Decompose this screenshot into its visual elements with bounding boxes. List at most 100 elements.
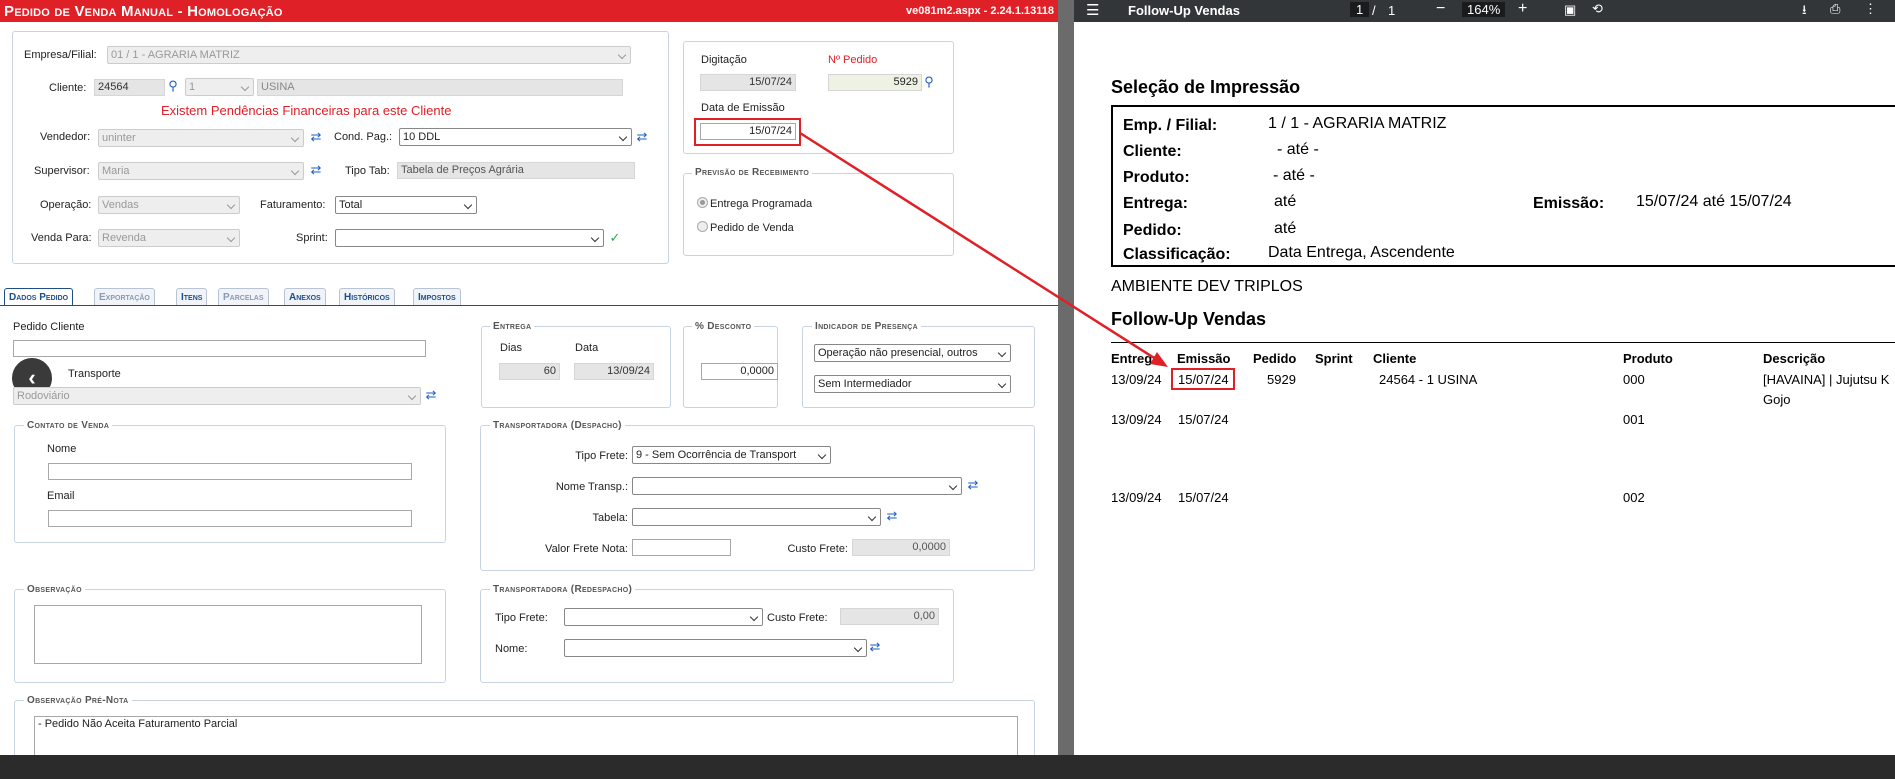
pdf-emissao-highlight: [1171, 368, 1235, 390]
tipofrete-label: Tipo Frete:: [575, 450, 628, 462]
cliente-loja-select[interactable]: 1: [185, 78, 254, 96]
valorfrete-input[interactable]: [632, 539, 731, 556]
sales-order-window: Pedido de Venda Manual - Homologação ve0…: [0, 0, 1058, 755]
version-label: ve081m2.aspx - 2.24.1.13118: [905, 5, 1054, 17]
tab-historicos[interactable]: Históricos: [339, 288, 395, 305]
emp-value: 1 / 1 - AGRARIA MATRIZ: [1268, 115, 1447, 132]
split-divider[interactable]: [1058, 0, 1074, 755]
tabela-select[interactable]: [632, 508, 881, 526]
report-title: Follow-Up Vendas: [1111, 309, 1267, 329]
more-icon[interactable]: ⋮: [1864, 1, 1877, 17]
r-nome-select[interactable]: [564, 639, 867, 657]
email-input[interactable]: [48, 510, 412, 527]
condpag-select[interactable]: 10 DDL: [399, 128, 632, 146]
search-icon[interactable]: ⚲: [922, 75, 936, 89]
nome-label: Nome: [47, 443, 77, 455]
col-emissao: Emissão: [1177, 351, 1231, 366]
row-descricao: [HAVAINA] | Jujutsu K: [1763, 372, 1890, 387]
cliente-value: - até -: [1277, 141, 1319, 158]
produto-label: Produto:: [1123, 169, 1190, 186]
refresh-icon[interactable]: ⇄: [966, 478, 980, 492]
refresh-icon[interactable]: ⇄: [309, 130, 323, 144]
vendapara-select[interactable]: Revenda: [98, 229, 240, 247]
tab-anexos[interactable]: Anexos: [284, 288, 326, 305]
presenca-select[interactable]: Operação não presencial, outros: [814, 344, 1011, 362]
refresh-icon[interactable]: ⇄: [309, 163, 323, 177]
digitacao-input: 15/07/24: [700, 74, 796, 91]
entrega-label: Entrega:: [1123, 195, 1188, 212]
zoom-in-icon[interactable]: +: [1518, 0, 1527, 18]
zoom-out-icon[interactable]: −: [1436, 0, 1445, 18]
tab-dados-pedido[interactable]: Dados Pedido: [4, 288, 74, 305]
pedido-venda-label: Pedido de Venda: [710, 222, 794, 234]
sprint-select[interactable]: [335, 229, 604, 247]
refresh-icon[interactable]: ⇄: [868, 640, 882, 654]
data-label: Data: [575, 342, 599, 354]
entrega-legend: Entrega: [490, 321, 535, 332]
print-icon[interactable]: ⎙: [1830, 1, 1840, 17]
col-pedido: Pedido: [1253, 351, 1297, 366]
row-produto: 002: [1623, 490, 1645, 505]
tab-itens[interactable]: Itens: [176, 288, 208, 305]
pdf-title: Follow-Up Vendas: [1128, 3, 1240, 18]
cliente-name-input: USINA: [257, 79, 623, 96]
refresh-icon[interactable]: ⇄: [424, 388, 438, 402]
presenca-panel: [802, 326, 1035, 408]
emp-label: Emp. / Filial:: [1123, 117, 1218, 134]
refresh-icon[interactable]: ⇄: [635, 130, 649, 144]
tabs-underline: [0, 305, 1058, 306]
previsao-panel: [683, 173, 954, 256]
r-tipofrete-select[interactable]: [564, 608, 763, 626]
row-emissao: 15/07/24: [1178, 490, 1229, 505]
operacao-select[interactable]: Vendas: [98, 196, 240, 214]
nome-input[interactable]: [48, 463, 412, 480]
row-entrega: 13/09/24: [1111, 490, 1162, 505]
rotate-icon[interactable]: ⟲: [1592, 1, 1603, 17]
redespacho-legend: Transportadora (Redespacho): [490, 584, 636, 595]
menu-icon[interactable]: ☰: [1086, 1, 1099, 19]
observacao-textarea[interactable]: [34, 605, 422, 664]
financial-warning: Existem Pendências Financeiras para este…: [161, 103, 452, 118]
digitacao-label: Digitação: [701, 54, 747, 66]
nometransp-label: Nome Transp.:: [555, 481, 628, 493]
r-tipofrete-label: Tipo Frete:: [495, 612, 548, 624]
empresa-select[interactable]: 01 / 1 - AGRARIA MATRIZ: [107, 46, 631, 64]
fit-page-icon[interactable]: ▣: [1564, 2, 1576, 18]
search-icon[interactable]: ⚲: [166, 79, 180, 93]
tab-impostos[interactable]: Impostos: [413, 288, 461, 305]
desconto-input[interactable]: 0,0000: [701, 363, 778, 380]
page-current-input[interactable]: 1: [1350, 2, 1370, 17]
faturamento-select[interactable]: Total: [335, 196, 477, 214]
cliente-label: Cliente:: [49, 82, 87, 94]
supervisor-label: Supervisor:: [34, 165, 90, 177]
report-rule: [1111, 342, 1895, 343]
tab-parcelas[interactable]: Parcelas: [218, 288, 269, 305]
pdf-toolbar: ☰ Follow-Up Vendas 1 / 1 − 164% + ▣ ⟲ ⭳ …: [1074, 0, 1895, 22]
dias-input: 60: [499, 363, 560, 380]
tab-exportacao[interactable]: Exportação: [94, 288, 155, 305]
entrega-programada-radio[interactable]: [697, 197, 708, 208]
nometransp-select[interactable]: [632, 477, 962, 495]
zoom-level[interactable]: 164%: [1462, 2, 1506, 17]
pedido-cliente-input[interactable]: [13, 340, 426, 357]
sprint-label: Sprint:: [296, 232, 328, 244]
obspre-textarea[interactable]: - Pedido Não Aceita Faturamento Parcial: [34, 716, 1018, 755]
transporte-select[interactable]: Rodoviário: [13, 387, 421, 405]
ambiente-label: AMBIENTE DEV TRIPLOS: [1111, 278, 1303, 295]
empresa-label: Empresa/Filial:: [24, 49, 97, 61]
pedido-venda-radio[interactable]: [697, 221, 708, 232]
npedido-label: Nº Pedido: [828, 54, 878, 66]
produto-value: - até -: [1273, 167, 1315, 184]
entrega-programada-label: Entrega Programada: [710, 198, 813, 210]
download-icon[interactable]: ⭳: [1802, 1, 1807, 23]
pedido-cliente-label: Pedido Cliente: [13, 321, 85, 333]
vendedor-select[interactable]: uninter: [98, 129, 304, 147]
refresh-icon[interactable]: ⇄: [885, 509, 899, 523]
window-title: Pedido de Venda Manual - Homologação: [4, 3, 283, 20]
tipofrete-select[interactable]: 9 - Sem Ocorrência de Transport: [632, 446, 831, 464]
supervisor-select[interactable]: Maria: [98, 162, 304, 180]
intermediador-select[interactable]: Sem Intermediador: [814, 375, 1011, 393]
previsao-legend: Previsão de Recebimento: [692, 167, 813, 178]
valorfrete-label: Valor Frete Nota:: [545, 543, 628, 555]
cliente-code-input[interactable]: 24564: [94, 79, 165, 96]
